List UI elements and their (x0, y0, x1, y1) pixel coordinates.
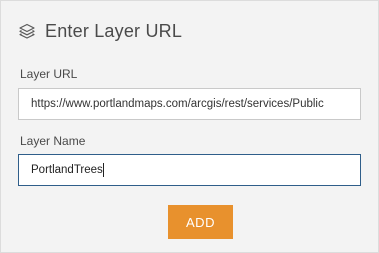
layer-name-value: PortlandTrees (31, 164, 103, 176)
panel-header: Enter Layer URL (18, 19, 182, 43)
add-button[interactable]: ADD (168, 205, 233, 239)
layers-icon (18, 22, 36, 40)
layer-url-value: https://www.portlandmaps.com/arcgis/rest… (31, 98, 324, 110)
enter-layer-url-panel: Enter Layer URL Layer URL https://www.po… (0, 0, 379, 253)
layer-name-label: Layer Name (20, 134, 86, 148)
text-caret (102, 162, 104, 177)
panel-title: Enter Layer URL (45, 20, 183, 41)
layer-url-input[interactable]: https://www.portlandmaps.com/arcgis/rest… (18, 88, 361, 120)
layer-name-input[interactable]: PortlandTrees (18, 154, 361, 186)
layer-url-label: Layer URL (20, 67, 78, 81)
add-button-label: ADD (186, 214, 215, 230)
